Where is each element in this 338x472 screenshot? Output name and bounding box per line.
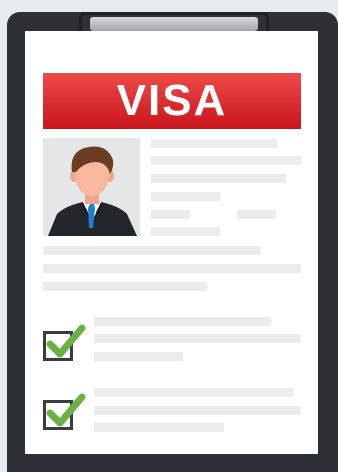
- text-line: [94, 423, 224, 432]
- green-checkmark-icon: [46, 324, 86, 358]
- text-line: [151, 192, 220, 201]
- text-line: [94, 334, 301, 343]
- text-line: [94, 406, 301, 415]
- text-line: [43, 264, 301, 273]
- text-line: [94, 317, 271, 326]
- text-line: [94, 388, 293, 397]
- text-line: [43, 246, 261, 255]
- banner-title: VISA: [116, 76, 228, 125]
- text-line: [151, 174, 286, 183]
- green-checkmark-icon: [46, 393, 86, 427]
- text-line: [237, 210, 276, 219]
- businessman-avatar-icon: [48, 146, 137, 236]
- text-line: [43, 282, 207, 291]
- text-line: [151, 139, 277, 148]
- text-line: [151, 227, 220, 236]
- text-line: [151, 156, 301, 165]
- text-line: [94, 352, 183, 361]
- text-line: [151, 210, 190, 219]
- visa-banner: VISA: [43, 73, 301, 129]
- applicant-photo: [43, 138, 140, 236]
- clipboard-clip-bar: [90, 17, 258, 31]
